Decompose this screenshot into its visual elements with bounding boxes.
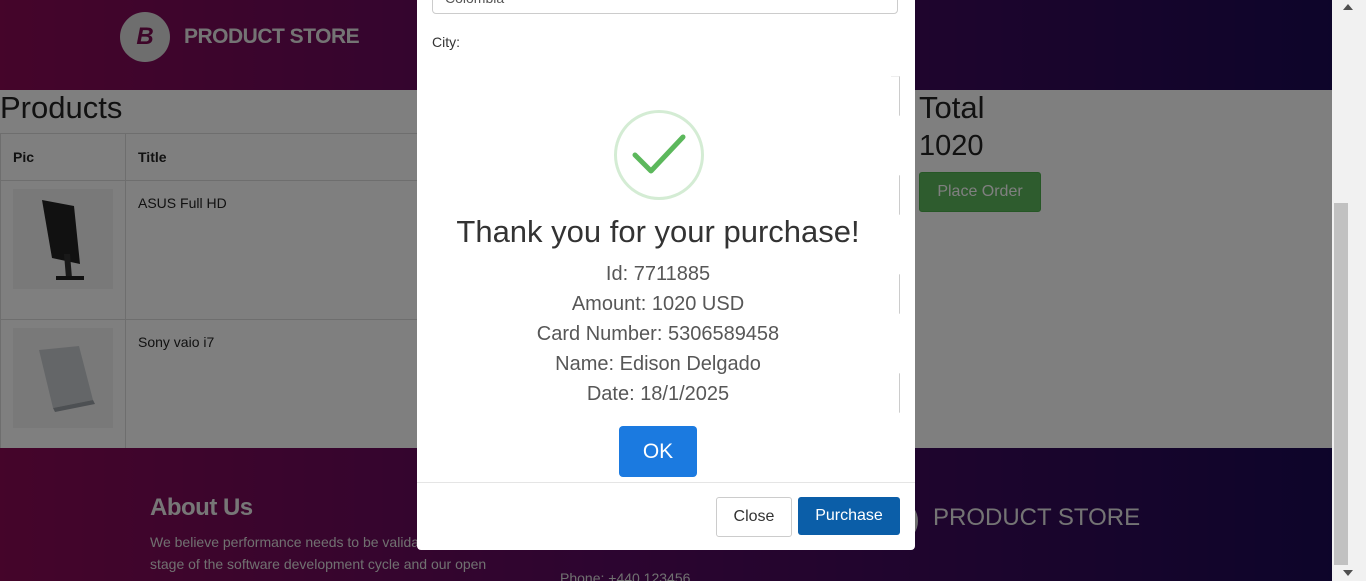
order-amount: Amount: 1020 USD	[571, 293, 745, 315]
modal-footer-divider	[417, 482, 915, 483]
page: B PRODUCT STORE Products Pic Title	[0, 0, 1332, 581]
ok-button[interactable]: OK	[619, 426, 697, 477]
country-field[interactable]: Colombia	[432, 0, 898, 14]
order-card-number: Card Number: 5306589458	[536, 323, 780, 345]
purchase-button[interactable]: Purchase	[798, 497, 900, 535]
vertical-scrollbar[interactable]	[1332, 0, 1366, 581]
success-check-icon	[614, 110, 704, 200]
scroll-down-arrow-icon[interactable]	[1343, 570, 1353, 576]
confirmation-details: Id: 7711885 Amount: 1020 USD Card Number…	[417, 259, 899, 409]
close-button[interactable]: Close	[716, 497, 792, 537]
city-label: City:	[432, 34, 460, 50]
confirmation-title: Thank you for your purchase!	[456, 214, 860, 249]
purchase-confirmation-dialog: Thank you for your purchase! Id: 7711885…	[417, 90, 899, 480]
order-name: Name: Edison Delgado	[555, 353, 761, 375]
order-id: Id: 7711885	[605, 263, 711, 285]
scroll-up-arrow-icon[interactable]	[1343, 4, 1353, 10]
order-date: Date: 18/1/2025	[586, 383, 730, 405]
scrollbar-thumb[interactable]	[1334, 203, 1348, 565]
